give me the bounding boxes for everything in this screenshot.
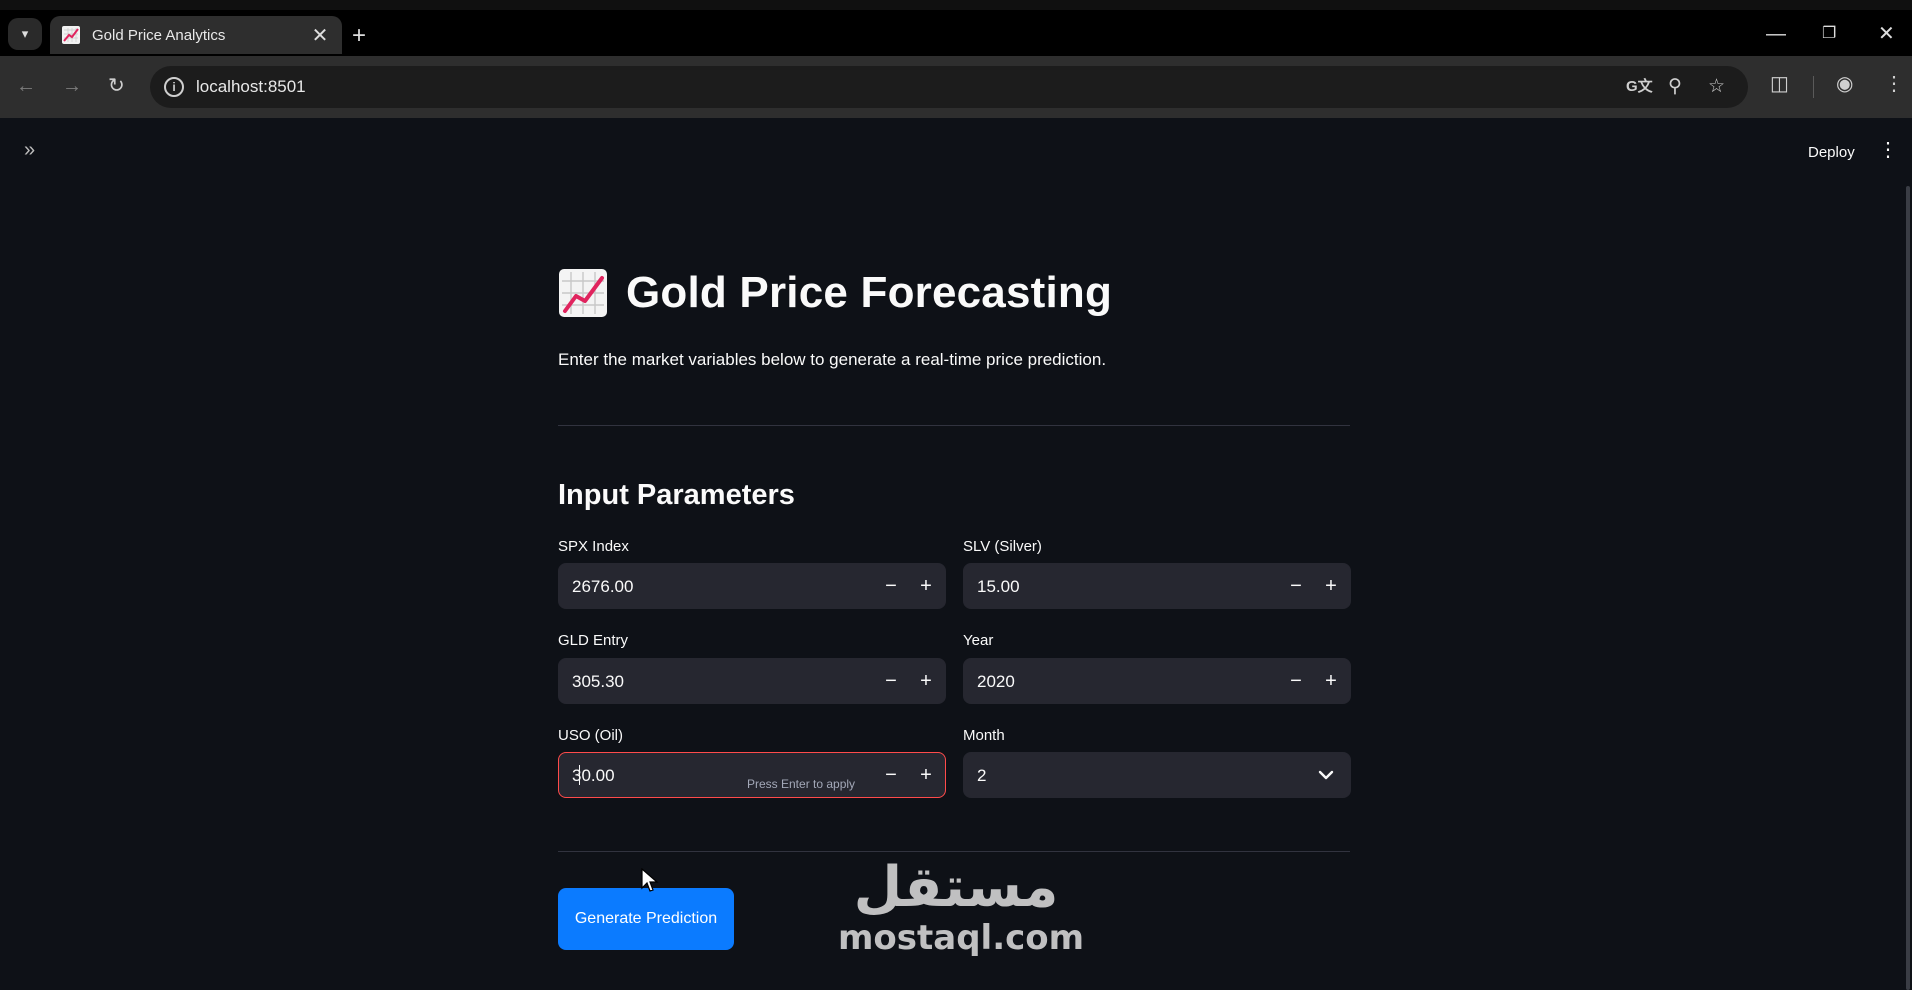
minimize-icon[interactable]: — [1766, 24, 1786, 44]
page-subtitle: Enter the market variables below to gene… [558, 350, 1107, 369]
toolbar-divider [1813, 76, 1814, 98]
year-value: 2020 [977, 672, 1015, 691]
restore-icon[interactable]: ❐ [1822, 24, 1836, 44]
forward-icon[interactable]: → [62, 74, 82, 98]
month-select[interactable]: 2 [963, 752, 1351, 798]
slv-input[interactable]: 15.00 − + [963, 563, 1351, 609]
year-decrement-icon[interactable]: − [1279, 659, 1313, 703]
browser-tabstrip: ▾ Gold Price Analytics ✕ + — ❐ ✕ [0, 0, 1912, 56]
gld-label: GLD Entry [558, 632, 629, 649]
browser-menu-icon[interactable]: ⋮ [1884, 72, 1904, 96]
slv-value: 15.00 [977, 577, 1020, 596]
reload-icon[interactable]: ↻ [108, 74, 125, 98]
mouse-cursor-icon [641, 868, 659, 892]
page-title: Gold Price Forecasting [626, 268, 1113, 317]
spx-increment-icon[interactable]: + [909, 564, 943, 608]
extensions-icon[interactable]: ◫ [1770, 72, 1789, 96]
scrollbar[interactable] [1906, 186, 1910, 990]
chart-increasing-icon [559, 269, 607, 317]
slv-label: SLV (Silver) [963, 538, 1042, 555]
deploy-button[interactable]: Deploy [1808, 144, 1855, 161]
section-title: Input Parameters [558, 479, 795, 511]
uso-increment-icon[interactable]: + [909, 753, 943, 797]
month-value: 2 [977, 766, 987, 785]
year-input[interactable]: 2020 − + [963, 658, 1351, 704]
gld-input[interactable]: 305.30 − + [558, 658, 946, 704]
tab-search-chevron-icon[interactable]: ▾ [8, 18, 42, 50]
gld-value: 305.30 [572, 672, 624, 691]
back-icon[interactable]: ← [16, 74, 36, 98]
divider [558, 851, 1350, 852]
app-menu-icon[interactable]: ⋮ [1878, 138, 1898, 162]
title-row: Gold Price Forecasting [558, 268, 1112, 318]
profile-icon[interactable]: ◉ [1836, 72, 1853, 96]
browser-tab[interactable]: Gold Price Analytics ✕ [50, 16, 342, 54]
close-window-icon[interactable]: ✕ [1878, 24, 1895, 44]
text-caret [579, 765, 580, 785]
divider [558, 425, 1350, 426]
uso-decrement-icon[interactable]: − [874, 753, 908, 797]
year-label: Year [963, 632, 994, 649]
slv-decrement-icon[interactable]: − [1279, 564, 1313, 608]
uso-label: USO (Oil) [558, 727, 623, 744]
bookmark-star-icon[interactable]: ☆ [1708, 75, 1725, 99]
url-text: localhost:8501 [196, 77, 306, 96]
month-label: Month [963, 727, 1005, 744]
uso-input[interactable]: 30.00 Press Enter to apply − + [558, 752, 946, 798]
translate-icon[interactable]: G文 [1626, 75, 1653, 99]
tab-title: Gold Price Analytics [92, 26, 226, 44]
chart-increasing-icon [62, 26, 80, 44]
close-tab-icon[interactable]: ✕ [310, 23, 330, 48]
app-viewport: » Deploy ⋮ Gold Price Forecasting Enter … [0, 118, 1912, 990]
expand-sidebar-icon[interactable]: » [24, 140, 35, 160]
gld-increment-icon[interactable]: + [909, 659, 943, 703]
zoom-icon[interactable]: ⚲ [1668, 75, 1682, 99]
watermark-latin: mostaql.com [838, 918, 1085, 958]
site-info-icon[interactable]: i [164, 77, 184, 97]
generate-prediction-button[interactable]: Generate Prediction [558, 888, 734, 950]
year-increment-icon[interactable]: + [1314, 659, 1348, 703]
watermark-arabic: مستقل [853, 855, 1059, 920]
address-bar[interactable]: i localhost:8501 G文 ⚲ ☆ [150, 66, 1748, 108]
spx-label: SPX Index [558, 538, 629, 555]
spx-input[interactable]: 2676.00 − + [558, 563, 946, 609]
spx-decrement-icon[interactable]: − [874, 564, 908, 608]
chevron-down-icon[interactable] [1314, 763, 1338, 787]
gld-decrement-icon[interactable]: − [874, 659, 908, 703]
press-enter-hint: Press Enter to apply [747, 777, 856, 791]
mostaql-watermark: مستقل mostaql.com [838, 855, 1085, 959]
browser-toolbar: ← → ↻ i localhost:8501 G文 ⚲ ☆ ◫ ◉ ⋮ [0, 56, 1912, 118]
slv-increment-icon[interactable]: + [1314, 564, 1348, 608]
new-tab-icon[interactable]: + [352, 24, 366, 48]
spx-value: 2676.00 [572, 577, 634, 596]
